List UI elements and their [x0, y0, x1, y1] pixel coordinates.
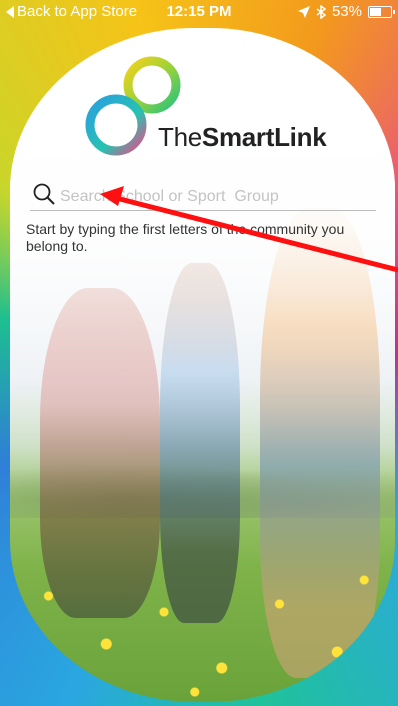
location-arrow-icon: [297, 5, 310, 18]
status-bar: Back to App Store 12:15 PM 53%: [0, 0, 398, 24]
search-icon: [33, 183, 55, 205]
search-hint: Start by typing the first letters of the…: [26, 221, 345, 254]
search-input[interactable]: [58, 185, 372, 209]
bluetooth-icon: [316, 4, 326, 19]
brand-bold: SmartLink: [201, 122, 327, 152]
status-indicators: 53%: [297, 3, 395, 20]
brand-name: TheSmartLink: [158, 122, 327, 153]
search-bar[interactable]: [30, 182, 376, 211]
brand-prefix: The: [158, 122, 202, 152]
battery-icon: [368, 5, 395, 18]
app-screen: Back to App Store 12:15 PM 53% TheSmartL…: [0, 0, 398, 706]
battery-percent: 53%: [331, 3, 362, 20]
